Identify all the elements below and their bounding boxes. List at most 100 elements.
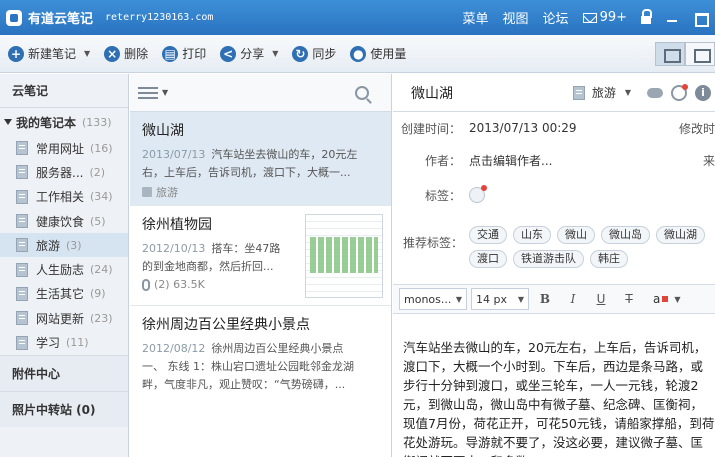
- maximize-icon[interactable]: [693, 11, 709, 27]
- created-time-row: 创建时间： 2013/07/13 00:29 修改时: [393, 112, 715, 144]
- view-button[interactable]: 视图: [503, 8, 529, 27]
- author-field[interactable]: 点击编辑作者...: [469, 152, 552, 169]
- strikethrough-button[interactable]: T: [617, 292, 641, 306]
- share-label: 分享: [240, 47, 265, 61]
- print-label: 打印: [182, 47, 207, 61]
- sidebar-item-网站更新[interactable]: 网站更新 (23): [0, 306, 128, 330]
- notebook-icon: [16, 262, 28, 277]
- sidebar-item-旅游[interactable]: 旅游 (3): [0, 233, 128, 258]
- italic-button[interactable]: I: [561, 292, 585, 306]
- delete-button[interactable]: × 删除: [104, 45, 148, 62]
- sidebar: 云笔记 我的笔记本 (133) 常用网址 (16) 服务器... (2) 工作相关 (…: [0, 74, 129, 457]
- sidebar-item-count: (5): [90, 214, 106, 228]
- sidebar-item-count: (9): [90, 287, 106, 301]
- info-icon[interactable]: i: [695, 84, 711, 101]
- recommended-tag-chip[interactable]: 韩庄: [590, 250, 628, 268]
- recommended-tag-chip[interactable]: 微山湖: [656, 226, 705, 244]
- chevron-down-icon: ▼: [624, 88, 631, 97]
- share-button[interactable]: < 分享 ▼: [220, 45, 278, 62]
- list-item[interactable]: 微山湖 2013/07/13 汽车站坐去微山的车，20元左 右，上车后，告诉司机，…: [130, 112, 391, 206]
- sidebar-item-服务器[interactable]: 服务器... (2): [0, 160, 128, 184]
- sidebar-item-常用网址[interactable]: 常用网址 (16): [0, 136, 128, 160]
- menu-button[interactable]: 菜单: [463, 8, 489, 27]
- lock-icon[interactable]: [641, 8, 652, 24]
- usage-label: 使用量: [370, 47, 407, 61]
- sidebar-item-学习[interactable]: 学习 (11): [0, 330, 128, 354]
- new-note-button[interactable]: + 新建笔记 ▼: [8, 45, 90, 62]
- tag-icon: [142, 187, 152, 197]
- main-toolbar: + 新建笔记 ▼ × 删除 ▤ 打印 < 分享 ▼ ↻ 同步 ● 使用量: [0, 35, 715, 73]
- sidebar-item-人生励志[interactable]: 人生励志 (24): [0, 257, 128, 281]
- modified-time-label: 修改时: [678, 121, 715, 136]
- chevron-down-icon: ▼: [674, 294, 681, 304]
- title-bar: 有道云笔记 reterry1230163.com 菜单 视图 论坛 99+: [0, 0, 715, 35]
- forum-button[interactable]: 论坛: [543, 8, 569, 27]
- account-email[interactable]: reterry1230163.com: [105, 12, 213, 23]
- sidebar-item-生活其它[interactable]: 生活其它 (9): [0, 282, 128, 306]
- note-snippet-line: 一、 东线 1：株山宕口遗址公园毗邻金龙湖: [142, 360, 354, 373]
- recommended-tag-chip[interactable]: 铁道游击队: [513, 250, 584, 268]
- sidebar-root-notebook[interactable]: 我的笔记本 (133): [0, 108, 128, 136]
- bold-button[interactable]: B: [533, 292, 557, 306]
- notebook-icon: [16, 286, 28, 301]
- attachment-center[interactable]: 附件中心: [0, 354, 128, 391]
- three-pane-view-icon[interactable]: [685, 41, 715, 66]
- font-size-select[interactable]: 14 px ▼: [471, 288, 529, 310]
- chevron-down-icon[interactable]: ▼: [272, 49, 278, 58]
- recommended-tag-chip[interactable]: 微山: [557, 226, 595, 244]
- created-time-value: 2013/07/13 00:29: [469, 121, 577, 135]
- title-bar-actions: 菜单 视图 论坛 99+: [463, 8, 709, 27]
- expand-triangle-icon[interactable]: [4, 119, 12, 125]
- note-body[interactable]: 汽车站坐去微山的车，20元左右，上车后，告诉司机，渡口下，大概一个小时到。下车后…: [403, 338, 715, 457]
- note-date: 2012/10/13: [142, 242, 206, 255]
- sidebar-header[interactable]: 云笔记: [0, 74, 128, 108]
- notebook-icon: [16, 214, 28, 229]
- search-icon[interactable]: [355, 85, 369, 100]
- minimize-icon[interactable]: [665, 11, 679, 25]
- photo-transfer-station[interactable]: 照片中转站 (0): [0, 390, 128, 427]
- chevron-down-icon: ▼: [455, 294, 462, 304]
- sync-button[interactable]: ↻ 同步: [292, 45, 336, 62]
- share-icon: <: [220, 45, 237, 62]
- two-pane-view-icon[interactable]: [655, 41, 685, 66]
- font-family-select[interactable]: monos... ▼: [399, 288, 467, 310]
- usage-button[interactable]: ● 使用量: [350, 45, 406, 62]
- note-title-field[interactable]: 微山湖: [411, 83, 453, 103]
- note-list: ▼ 微山湖 2013/07/13 汽车站坐去微山的车，20元左 右，上车后，告诉司…: [130, 74, 392, 457]
- sidebar-item-工作相关[interactable]: 工作相关 (34): [0, 185, 128, 209]
- created-time-label: 创建时间：: [400, 121, 461, 136]
- format-toolbar: monos... ▼ 14 px ▼ B I U T a ▼: [393, 284, 715, 314]
- recommended-tag-chip[interactable]: 交通: [469, 226, 507, 244]
- editor-header: 微山湖 旅游 ▼ i: [393, 74, 715, 112]
- notebook-icon: [16, 165, 28, 180]
- chevron-down-icon[interactable]: ▼: [84, 49, 90, 58]
- reminder-clock-icon[interactable]: [671, 83, 688, 101]
- list-item[interactable]: 徐州植物园 2012/10/13 搭车：坐47路 的到金地商都，然后折回... (…: [130, 206, 391, 306]
- usage-icon: ●: [350, 45, 367, 62]
- notebook-selector-label: 旅游: [591, 86, 616, 100]
- sidebar-item-count: (16): [90, 141, 113, 155]
- chevron-down-icon[interactable]: ▼: [162, 88, 168, 97]
- list-view-icon[interactable]: [138, 86, 158, 100]
- add-tag-icon[interactable]: [469, 185, 487, 203]
- recommended-tag-chip[interactable]: 渡口: [469, 250, 507, 268]
- recommended-tag-chip[interactable]: 山东: [513, 226, 551, 244]
- note-tag: 旅游: [142, 184, 381, 200]
- delete-label: 删除: [124, 47, 149, 61]
- source-label: 来: [702, 153, 715, 168]
- sidebar-item-label: 工作相关: [36, 190, 85, 205]
- text-color-label: a: [653, 292, 661, 306]
- print-icon: ▤: [162, 45, 179, 62]
- underline-button[interactable]: U: [589, 292, 613, 306]
- font-family-value: monos...: [404, 292, 452, 306]
- new-note-label: 新建笔记: [28, 47, 77, 61]
- text-color-button[interactable]: a ▼: [653, 292, 681, 306]
- cloud-icon[interactable]: [647, 87, 663, 98]
- notebook-selector[interactable]: 旅游 ▼: [572, 84, 631, 101]
- list-item[interactable]: 徐州周边百公里经典小景点 2012/08/12 徐州周边百公里经典小景点 一、 东…: [130, 306, 391, 406]
- mail-button[interactable]: 99+: [582, 10, 627, 25]
- sidebar-item-健康饮食[interactable]: 健康饮食 (5): [0, 209, 128, 233]
- print-button[interactable]: ▤ 打印: [162, 45, 206, 62]
- mail-count: 99+: [599, 10, 627, 25]
- recommended-tag-chip[interactable]: 微山岛: [601, 226, 650, 244]
